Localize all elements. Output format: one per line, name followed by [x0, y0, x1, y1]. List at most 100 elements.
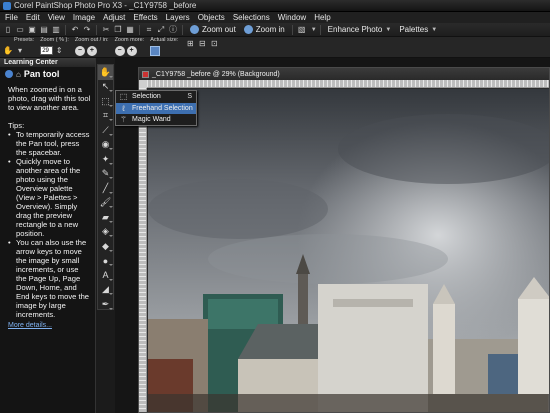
- menu-selections[interactable]: Selections: [229, 13, 274, 22]
- zoom-more-out-icon[interactable]: −: [114, 45, 125, 56]
- learning-center-intro: When zoomed in on a photo, drag with thi…: [8, 85, 91, 112]
- toolbar-divider: [96, 24, 97, 35]
- flood-fill-icon[interactable]: ◆: [98, 239, 113, 254]
- crop-tool-icon[interactable]: ⌗: [98, 109, 113, 124]
- back-arrow-icon[interactable]: [5, 70, 13, 78]
- actual-size-icon[interactable]: [150, 45, 161, 56]
- presets-group: Presets: ✋ ▾: [2, 37, 34, 58]
- flyout-item-freehand-selection[interactable]: ℓ Freehand Selection: [116, 102, 196, 114]
- learning-center-title: Pan tool: [23, 69, 60, 79]
- new-file-icon[interactable]: ▯: [3, 25, 13, 35]
- tool-options-bar: Presets: ✋ ▾ Zoom ( % ): 29 ⇕ Zoom out /…: [0, 37, 550, 58]
- menu-adjust[interactable]: Adjust: [99, 13, 129, 22]
- fit-window-icon[interactable]: ⊞: [185, 39, 195, 49]
- copy-icon[interactable]: ❐: [113, 25, 123, 35]
- dodge-tool-icon[interactable]: ●: [98, 254, 113, 269]
- menu-bar: File Edit View Image Adjust Effects Laye…: [0, 12, 550, 23]
- zoom-out-button[interactable]: Zoom out: [186, 24, 240, 36]
- learning-center-nav: ⌂ Pan tool: [0, 67, 95, 81]
- pan-tool-icon[interactable]: ✋: [98, 65, 113, 80]
- presets-dropdown-icon[interactable]: ▾: [15, 46, 25, 56]
- info-icon[interactable]: ⓘ: [168, 25, 178, 35]
- selection-tool-icon[interactable]: ⬚: [98, 94, 113, 109]
- shortcut-key: S: [187, 93, 192, 101]
- vertical-ruler[interactable]: [139, 88, 147, 412]
- selection-tools-flyout: ⬚ Selection S ℓ Freehand Selection ⚚ Mag…: [115, 90, 197, 126]
- resize-icon[interactable]: ⤢: [156, 25, 166, 35]
- tips-label: Tips:: [8, 121, 25, 130]
- flyout-item-magic-wand[interactable]: ⚚ Magic Wand: [116, 114, 196, 126]
- save-as-icon[interactable]: ▤: [39, 25, 49, 35]
- enhance-photo-button[interactable]: Enhance Photo ▼: [324, 24, 396, 36]
- menu-file[interactable]: File: [1, 13, 22, 22]
- flyout-item-label: Magic Wand: [132, 116, 171, 124]
- straighten-tool-icon[interactable]: ⟋: [98, 123, 113, 138]
- ruler-corner: [139, 80, 147, 88]
- toolbar-divider: [139, 24, 140, 35]
- toolbar-divider: [182, 24, 183, 35]
- learning-center-header[interactable]: Learning Center: [0, 58, 95, 67]
- redo-icon[interactable]: ↷: [82, 25, 92, 35]
- menu-help[interactable]: Help: [310, 13, 334, 22]
- zoom-more-group: Zoom more: − +: [114, 37, 144, 58]
- save-icon[interactable]: ▣: [27, 25, 37, 35]
- chevron-down-icon[interactable]: ▼: [311, 27, 317, 33]
- fit-screen-icon[interactable]: ⊡: [209, 39, 219, 49]
- tip-item: To temporarily access the Pan tool, pres…: [8, 130, 91, 157]
- open-file-icon[interactable]: ▭: [15, 25, 25, 35]
- flyout-item-label: Selection: [132, 93, 161, 101]
- menu-view[interactable]: View: [44, 13, 69, 22]
- document-titlebar[interactable]: _C1Y9758 _before @ 29% (Background): [139, 68, 549, 80]
- document-window[interactable]: _C1Y9758 _before @ 29% (Background): [138, 67, 550, 413]
- stepper-icon[interactable]: ⇕: [54, 46, 64, 56]
- menu-effects[interactable]: Effects: [129, 13, 161, 22]
- more-details-link[interactable]: More details...: [8, 321, 52, 330]
- standard-toolbar: ▯ ▭ ▣ ▤ ▥ ↶ ↷ ✂ ❐ ▦ ⌗ ⤢ ⓘ Zoom out Zoom …: [0, 23, 550, 37]
- preset-shape-icon[interactable]: ◢: [98, 283, 113, 298]
- menu-layers[interactable]: Layers: [162, 13, 194, 22]
- cut-icon[interactable]: ✂: [101, 25, 111, 35]
- zoom-in-button[interactable]: Zoom in: [240, 24, 289, 36]
- makeover-tool-icon[interactable]: ✦: [98, 152, 113, 167]
- learning-center-body: When zoomed in on a photo, drag with thi…: [0, 81, 95, 330]
- layout-icon[interactable]: ▧: [297, 25, 307, 35]
- image-canvas[interactable]: [148, 89, 549, 412]
- text-tool-icon[interactable]: A: [98, 268, 113, 283]
- title-bar: Corel PaintShop Photo Pro X3 - _C1Y9758 …: [0, 0, 550, 12]
- print-icon[interactable]: ▥: [51, 25, 61, 35]
- zoom-percent-label: Zoom ( % ):: [40, 37, 69, 43]
- home-icon[interactable]: ⌂: [16, 70, 21, 79]
- zoom-in-small-icon[interactable]: +: [86, 45, 97, 56]
- paint-brush-icon[interactable]: 🖌: [98, 196, 113, 211]
- paste-icon[interactable]: ▦: [125, 25, 135, 35]
- toolbar-divider: [65, 24, 66, 35]
- menu-edit[interactable]: Edit: [22, 13, 44, 22]
- eraser-icon[interactable]: ▰: [98, 210, 113, 225]
- chevron-down-icon: ▼: [431, 26, 438, 33]
- zoom-more-in-icon[interactable]: +: [126, 45, 137, 56]
- pen-tool-icon[interactable]: ✒: [98, 297, 113, 312]
- zoom-out-small-icon[interactable]: −: [74, 45, 85, 56]
- document-icon: [142, 70, 149, 78]
- flyout-item-selection[interactable]: ⬚ Selection S: [116, 91, 196, 103]
- learning-center-panel: Learning Center ⌂ Pan tool When zoomed i…: [0, 58, 96, 413]
- menu-objects[interactable]: Objects: [194, 13, 229, 22]
- menu-image[interactable]: Image: [69, 13, 99, 22]
- clone-brush-icon[interactable]: ✎: [98, 167, 113, 182]
- zoom-out-icon: [190, 25, 199, 34]
- palettes-button[interactable]: Palettes ▼: [395, 24, 441, 36]
- undo-icon[interactable]: ↶: [70, 25, 80, 35]
- horizontal-ruler[interactable]: [147, 80, 549, 88]
- presets-label: Presets:: [14, 37, 35, 43]
- scratch-remover-icon[interactable]: ╱: [98, 181, 113, 196]
- zoom-percent-input[interactable]: 29: [40, 46, 54, 55]
- app-logo-icon: [3, 1, 11, 10]
- fit-image-icon[interactable]: ⊟: [197, 39, 207, 49]
- menu-window[interactable]: Window: [274, 13, 310, 22]
- tip-item: Quickly move to another area of the phot…: [8, 157, 91, 238]
- tools-palette: ✋ ↖ ⬚ ⌗ ⟋ ◉ ✦ ✎ ╱ 🖌 ▰ ◈ ◆ ● A ◢ ✒: [97, 64, 114, 310]
- color-changer-icon[interactable]: ◈: [98, 225, 113, 240]
- crop-icon[interactable]: ⌗: [144, 25, 154, 35]
- red-eye-tool-icon[interactable]: ◉: [98, 138, 113, 153]
- pick-tool-icon[interactable]: ↖: [98, 80, 113, 95]
